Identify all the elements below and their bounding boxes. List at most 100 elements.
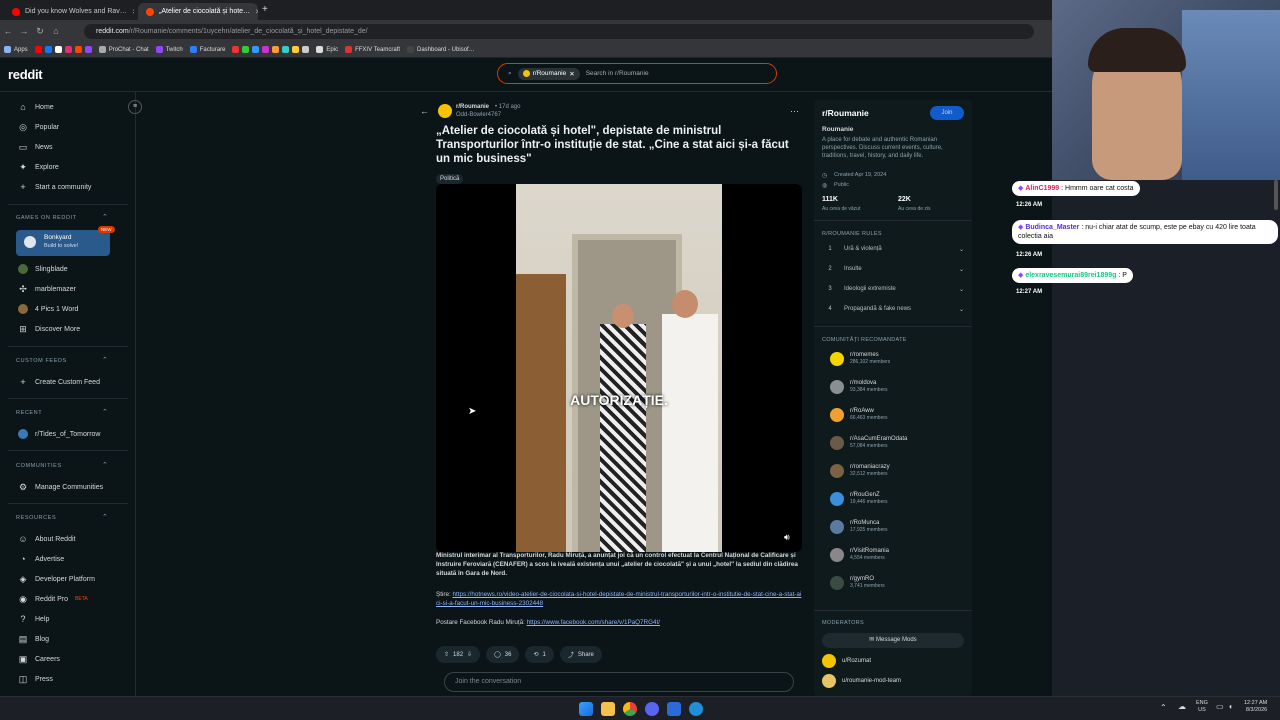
volume-icon[interactable]: ◖: [1228, 702, 1233, 711]
nav-game-slingblade[interactable]: Slingblade: [18, 264, 68, 274]
plus-icon: +: [20, 377, 26, 387]
chevron-up-icon[interactable]: ⌃: [102, 213, 108, 221]
tray-chevron-icon[interactable]: ⌃: [1160, 703, 1167, 712]
search-input[interactable]: ⌕ r/Roumanie ✕ Search in r/Roumanie: [497, 63, 777, 84]
nav-game-marblemazer[interactable]: ✣ marblemazer: [18, 284, 76, 294]
chrome-icon[interactable]: [623, 702, 637, 716]
nav-advertise[interactable]: ◔ Advertise: [18, 554, 64, 564]
recommended-community[interactable]: r/RoMunca 17,925 members: [830, 520, 888, 534]
rule-item[interactable]: 3 Ideologii extremiste ⌄: [822, 286, 964, 293]
back-icon[interactable]: ←: [0, 26, 16, 36]
close-icon[interactable]: ✕: [569, 70, 574, 78]
moderator-item[interactable]: u/roumanie-mod-team: [822, 674, 901, 688]
close-icon[interactable]: ✕: [132, 8, 134, 16]
language-indicator[interactable]: ENG US: [1196, 700, 1208, 714]
back-icon[interactable]: ←: [420, 106, 429, 116]
nav-explore[interactable]: ✦ Explore: [18, 162, 59, 172]
nav-game-4pics[interactable]: 4 Pics 1 Word: [18, 304, 78, 314]
discord-icon[interactable]: [645, 702, 659, 716]
new-tab-icon[interactable]: +: [262, 4, 268, 15]
recommended-community[interactable]: r/RoAww 66,463 members: [830, 408, 888, 422]
bookmark-twitch[interactable]: Twitch: [155, 46, 183, 53]
recommended-community[interactable]: r/romemes 286,102 members: [830, 352, 890, 366]
chat-username[interactable]: elexravesemurai89rei1899g: [1025, 272, 1116, 279]
volume-icon[interactable]: 🔊︎: [784, 532, 790, 543]
game-bonkyard[interactable]: Bonkyard Build to solve! NEW: [16, 226, 115, 256]
close-icon[interactable]: ✕: [255, 8, 258, 16]
nav-reddit-pro[interactable]: ◉ Reddit Pro BETA: [18, 594, 88, 604]
recommended-community[interactable]: r/VisitRomania 4,554 members: [830, 548, 889, 562]
search-chip[interactable]: r/Roumanie ✕: [517, 67, 580, 80]
message-mods-button[interactable]: ✉ Message Mods: [822, 633, 964, 648]
upvote-icon[interactable]: ⇧: [444, 651, 449, 658]
nav-careers[interactable]: ▣ Careers: [18, 654, 60, 664]
nav-press[interactable]: ◫ Press: [18, 674, 53, 684]
clock[interactable]: 12:27 AM 8/3/2026: [1244, 700, 1267, 714]
chevron-up-icon[interactable]: ⌃: [102, 408, 108, 416]
tab-reddit[interactable]: „Atelier de ciocolată și hote… ✕: [138, 3, 258, 20]
chevron-up-icon[interactable]: ⌃: [102, 513, 108, 521]
chevron-up-icon[interactable]: ⌃: [102, 461, 108, 469]
chat-scrollbar[interactable]: [1274, 180, 1278, 210]
news-link[interactable]: https://hotnews.ro/video-atelier-de-cioc…: [436, 591, 801, 607]
bookmark-ffxiv[interactable]: FFXIV Teamcraft: [345, 46, 400, 53]
bookmark-epic[interactable]: Epic: [316, 46, 338, 53]
comment-input[interactable]: Join the conversation: [444, 672, 794, 692]
rule-item[interactable]: 1 Ură & violență ⌄: [822, 246, 964, 253]
post-author[interactable]: Odd-Bowler4767: [456, 112, 501, 118]
reddit-logo[interactable]: reddit: [8, 67, 43, 82]
home-icon[interactable]: ⌂: [48, 26, 64, 36]
nav-recent-tides[interactable]: r/Tides_of_Tomorrow: [18, 429, 101, 439]
rule-item[interactable]: 2 Insulte ⌄: [822, 266, 964, 273]
recommended-community[interactable]: r/AsaCumEramOdata 57,084 members: [830, 436, 907, 450]
share-button[interactable]: ⤴ Share: [559, 646, 602, 663]
comments-button[interactable]: ◯ 36: [486, 646, 520, 663]
chevron-up-icon[interactable]: ⌃: [102, 356, 108, 364]
nav-help[interactable]: ? Help: [18, 614, 49, 624]
windows-start-icon[interactable]: [579, 702, 593, 716]
more-options-icon[interactable]: ⋯: [790, 106, 799, 117]
bookmark-ubisoft[interactable]: Dashboard - Ubisof…: [407, 46, 475, 53]
nav-create-custom-feed[interactable]: + Create Custom Feed: [18, 377, 100, 387]
subreddit-avatar[interactable]: [438, 104, 452, 118]
forward-icon[interactable]: →: [16, 26, 32, 36]
facebook-link[interactable]: https://www.facebook.com/share/v/1PaQ7RG…: [527, 619, 660, 626]
collapse-sidebar-icon[interactable]: ≡: [128, 100, 142, 114]
crosspost-button[interactable]: ⟲ 1: [525, 646, 554, 663]
url-field[interactable]: reddit.com/r/Roumanie/comments/1uycehn/a…: [84, 24, 1034, 39]
nav-developer-platform[interactable]: ◈ Developer Platform: [18, 574, 95, 584]
rule-item[interactable]: 4 Propagandă & fake news ⌄: [822, 306, 964, 313]
bookmark-facturare[interactable]: Facturare: [189, 46, 225, 53]
reload-icon[interactable]: ↻: [32, 26, 48, 37]
nav-start-community[interactable]: + Start a community: [18, 182, 91, 192]
monitor-icon[interactable]: ▭: [1216, 702, 1224, 711]
post-subreddit[interactable]: r/Roumanie: [456, 104, 489, 110]
recommended-community[interactable]: r/gymRO 3,741 members: [830, 576, 885, 590]
video-player[interactable]: AUTORIZAȚIE. 🔊︎: [436, 184, 802, 552]
nav-popular[interactable]: ◎ Popular: [18, 122, 59, 132]
downvote-icon[interactable]: ⇩: [467, 651, 472, 658]
nav-manage-communities[interactable]: ⚙ Manage Communities: [18, 482, 103, 492]
vote-control[interactable]: ⇧ 182 ⇩: [436, 646, 481, 663]
recommended-community[interactable]: r/RouGenZ 19,446 members: [830, 492, 888, 506]
nav-home[interactable]: ⌂ Home: [18, 102, 53, 112]
bookmark-apps[interactable]: Apps: [4, 46, 28, 53]
post-flair[interactable]: Politică: [436, 174, 464, 184]
bookmark-prochat[interactable]: ProChat - Chat: [98, 46, 149, 53]
app-icon[interactable]: [689, 702, 703, 716]
moderator-item[interactable]: u/Rozumat: [822, 654, 871, 668]
nav-about-reddit[interactable]: ☺ About Reddit: [18, 534, 75, 544]
nav-blog[interactable]: ▤ Blog: [18, 634, 49, 644]
bookmark-icons[interactable]: [34, 46, 92, 53]
nav-news[interactable]: ▭ News: [18, 142, 53, 152]
nav-discover-more[interactable]: ⊞ Discover More: [18, 324, 80, 334]
tab-youtube[interactable]: Did you know Wolves and Rav… ✕: [4, 3, 134, 20]
join-button[interactable]: Join: [930, 106, 964, 120]
app-icon[interactable]: [667, 702, 681, 716]
chat-username[interactable]: Budinca_Master: [1025, 224, 1079, 231]
recommended-community[interactable]: r/romaniacrazy 32,512 members: [830, 464, 890, 478]
bookmark-misc[interactable]: [232, 46, 310, 53]
file-explorer-icon[interactable]: [601, 702, 615, 716]
recommended-community[interactable]: r/moldova 93,384 members: [830, 380, 888, 394]
chat-username[interactable]: AlinC1999: [1025, 185, 1059, 192]
